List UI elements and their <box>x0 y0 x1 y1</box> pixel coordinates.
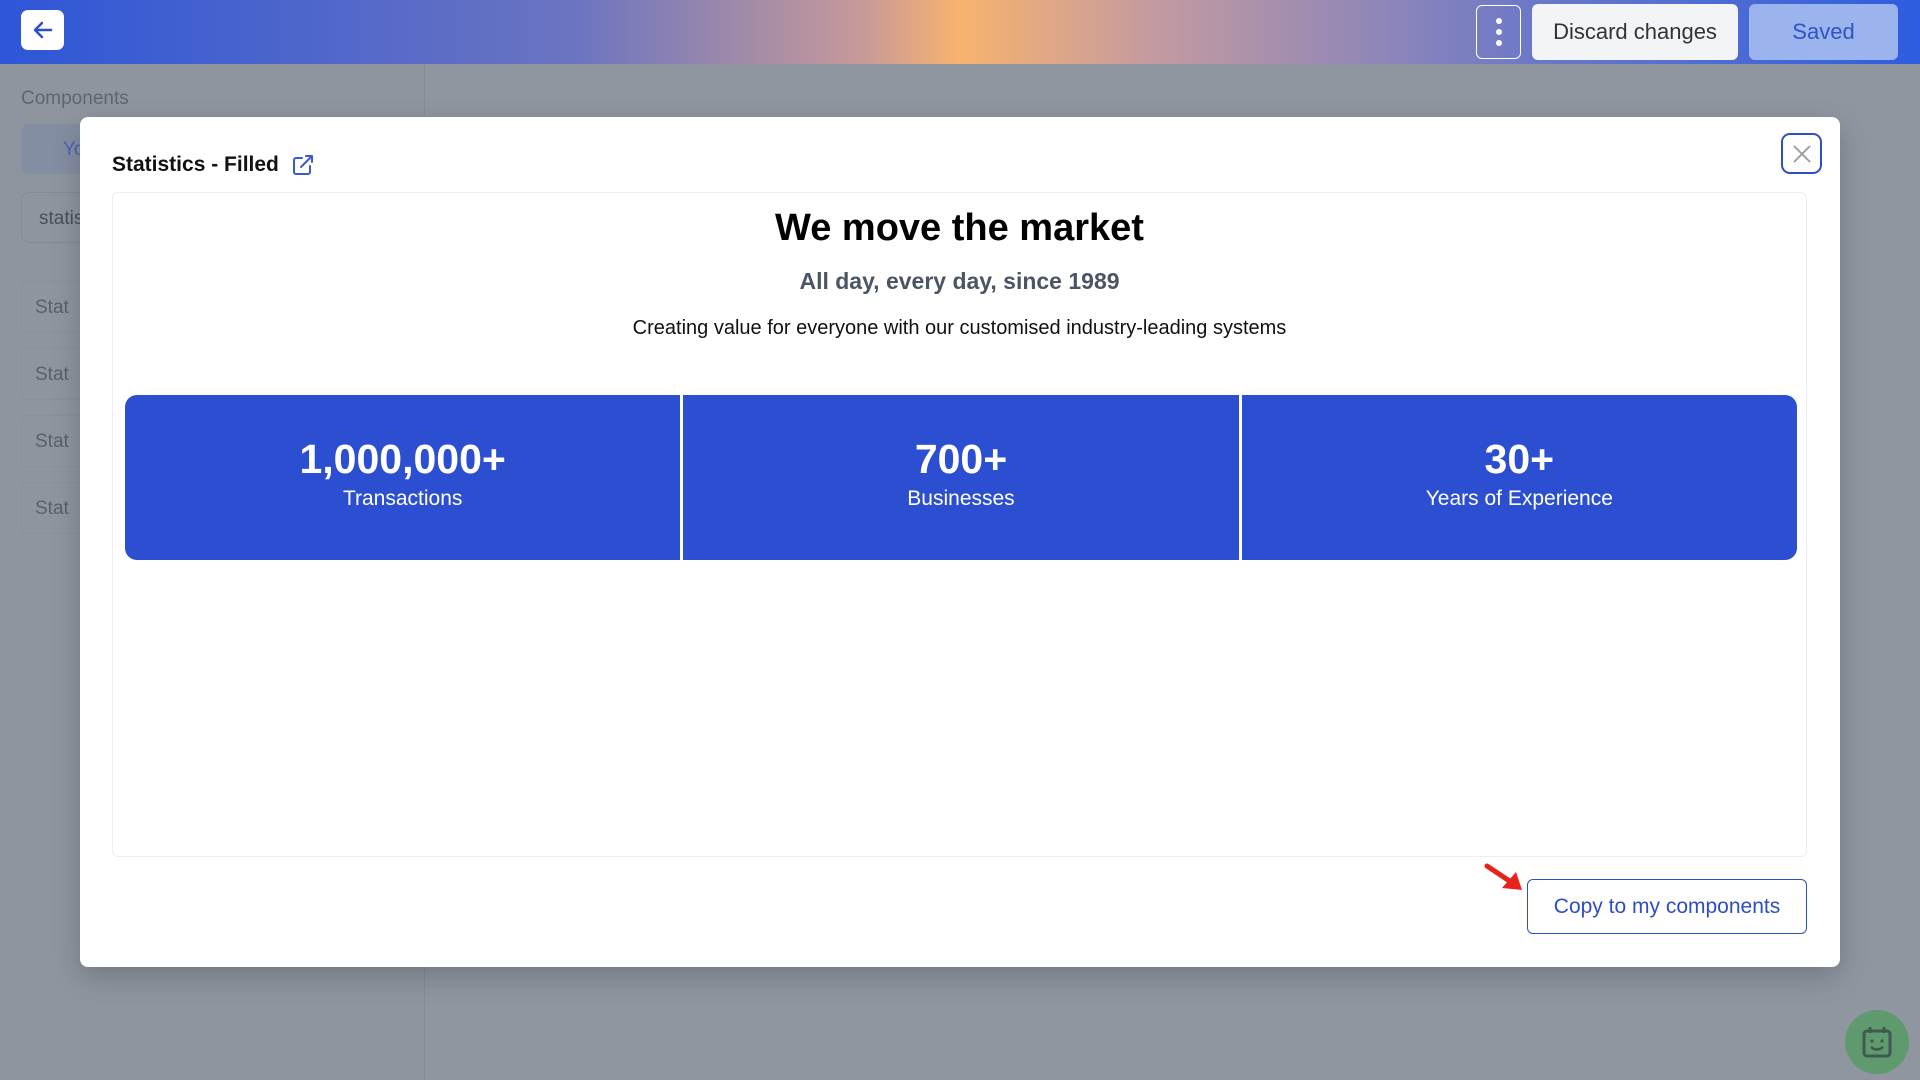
modal-title: Statistics - Filled <box>112 153 315 177</box>
component-preview: We move the market All day, every day, s… <box>112 192 1807 857</box>
preview-heading: We move the market <box>775 207 1144 249</box>
back-button[interactable] <box>21 10 64 50</box>
stats-band: 1,000,000+ Transactions 700+ Businesses 30… <box>125 395 1797 560</box>
discard-changes-button[interactable]: Discard changes <box>1532 4 1738 60</box>
dot <box>1495 29 1502 35</box>
arrow-left-icon <box>33 21 52 39</box>
stat-label: Transactions <box>342 487 463 510</box>
stat-label: Years of Experience <box>1425 487 1613 510</box>
external-link-icon[interactable] <box>291 153 315 177</box>
sidebar-title: Components <box>21 88 129 109</box>
saved-button[interactable]: Saved <box>1749 4 1898 60</box>
assistant-button[interactable] <box>1845 1010 1909 1074</box>
preview-description: Creating value for everyone with our cus… <box>632 317 1287 339</box>
top-bar: Discard changes Saved <box>0 0 1920 64</box>
annotation-arrow-icon <box>1484 863 1522 890</box>
stat-value: 700+ <box>914 436 1008 482</box>
stat-label: Businesses <box>907 487 1015 510</box>
close-button[interactable] <box>1781 133 1822 174</box>
robot-calendar-icon <box>1862 1027 1892 1058</box>
more-options-button[interactable] <box>1476 5 1521 59</box>
stat-experience: 30+ Years of Experience <box>1241 395 1797 560</box>
modal-title-text: Statistics - Filled <box>112 153 279 176</box>
dot <box>1495 18 1502 24</box>
copy-to-my-components-button[interactable]: Copy to my components <box>1527 879 1807 934</box>
preview-subheading: All day, every day, since 1989 <box>799 268 1120 294</box>
stat-value: 1,000,000+ <box>299 436 506 482</box>
stat-transactions: 1,000,000+ Transactions <box>125 395 681 560</box>
stat-businesses: 700+ Businesses <box>683 395 1239 560</box>
component-preview-modal: Statistics - Filled We move the market A… <box>80 117 1840 967</box>
close-icon <box>1792 144 1811 163</box>
stat-value: 30+ <box>1484 436 1555 482</box>
dot <box>1495 40 1502 46</box>
